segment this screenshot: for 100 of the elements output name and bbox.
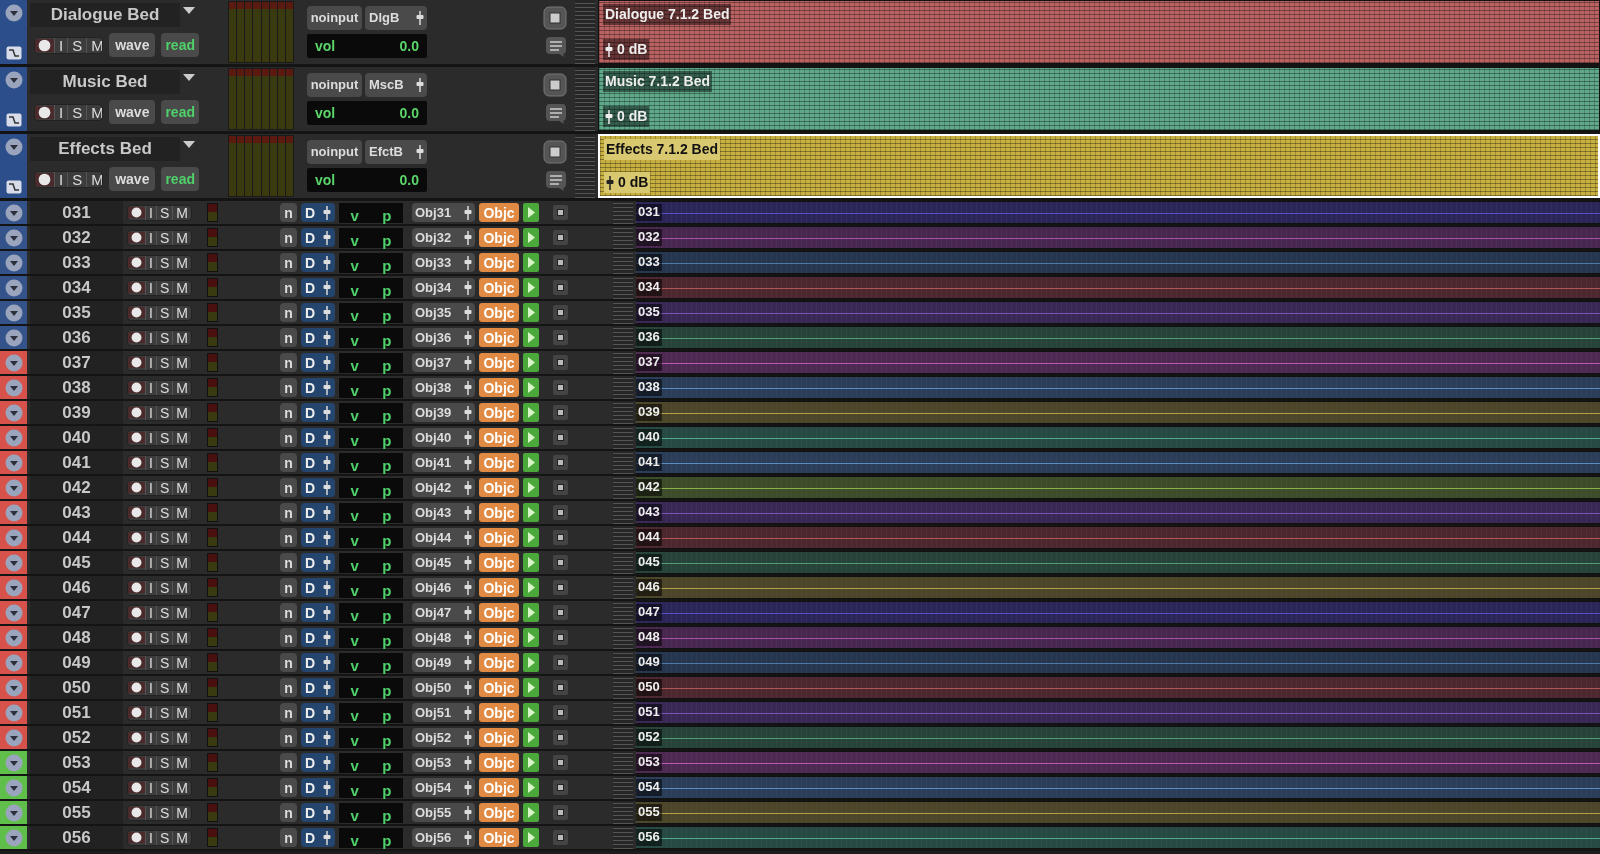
- solo-button[interactable]: S: [155, 480, 173, 495]
- input-button[interactable]: n: [280, 778, 297, 797]
- solo-button[interactable]: S: [155, 830, 173, 845]
- track-name[interactable]: 051: [30, 701, 123, 724]
- track-name[interactable]: 056: [30, 826, 123, 849]
- output-mode-button[interactable]: D: [301, 803, 335, 822]
- audio-clip[interactable]: 040: [636, 426, 1600, 449]
- volume-pan-display[interactable]: v p: [339, 277, 403, 298]
- input-button[interactable]: n: [280, 803, 297, 822]
- volume-pan-display[interactable]: v p: [339, 352, 403, 373]
- input-selector[interactable]: noinput: [307, 73, 362, 97]
- volume-pan-display[interactable]: v p: [339, 227, 403, 248]
- input-monitor-button[interactable]: I: [145, 705, 156, 720]
- input-monitor-button[interactable]: I: [145, 830, 156, 845]
- output-mode-button[interactable]: D: [301, 253, 335, 272]
- output-selector[interactable]: Obj45: [412, 553, 475, 572]
- audio-clip[interactable]: 033: [636, 251, 1600, 274]
- view-button[interactable]: wave: [109, 33, 156, 57]
- solo-button[interactable]: S: [67, 104, 87, 120]
- solo-button[interactable]: S: [155, 705, 173, 720]
- track-name[interactable]: 042: [30, 476, 123, 499]
- track-name[interactable]: 049: [30, 651, 123, 674]
- input-button[interactable]: n: [280, 303, 297, 322]
- mute-button[interactable]: M: [172, 555, 191, 570]
- audio-clip[interactable]: 036: [636, 326, 1600, 349]
- track-name[interactable]: 031: [30, 201, 123, 224]
- output-mode-button[interactable]: D: [301, 578, 335, 597]
- output-mode-button[interactable]: D: [301, 778, 335, 797]
- automation-mode-button[interactable]: read: [161, 167, 199, 191]
- solo-button[interactable]: S: [155, 505, 173, 520]
- mute-button[interactable]: M: [172, 580, 191, 595]
- output-selector[interactable]: Obj35: [412, 303, 475, 322]
- output-mode-button[interactable]: D: [301, 278, 335, 297]
- mute-button[interactable]: M: [172, 655, 191, 670]
- output-mode-button[interactable]: D: [301, 553, 335, 572]
- volume-pan-display[interactable]: v p: [339, 802, 403, 823]
- audio-clip[interactable]: 044: [636, 526, 1600, 549]
- input-monitor-button[interactable]: I: [145, 455, 156, 470]
- mute-button[interactable]: M: [172, 230, 191, 245]
- input-button[interactable]: n: [280, 653, 297, 672]
- input-monitor-button[interactable]: I: [145, 405, 156, 420]
- output-mode-button[interactable]: D: [301, 703, 335, 722]
- input-button[interactable]: n: [280, 703, 297, 722]
- input-button[interactable]: n: [280, 478, 297, 497]
- input-monitor-button[interactable]: I: [145, 305, 156, 320]
- solo-button[interactable]: S: [155, 230, 173, 245]
- mute-button[interactable]: M: [172, 805, 191, 820]
- input-button[interactable]: n: [280, 503, 297, 522]
- track-name[interactable]: 053: [30, 751, 123, 774]
- input-monitor-button[interactable]: I: [145, 655, 156, 670]
- solo-button[interactable]: S: [155, 430, 173, 445]
- output-selector[interactable]: Obj53: [412, 753, 475, 772]
- track-name[interactable]: 054: [30, 776, 123, 799]
- solo-button[interactable]: S: [155, 280, 173, 295]
- output-selector[interactable]: Obj40: [412, 428, 475, 447]
- mute-button[interactable]: M: [172, 405, 191, 420]
- audio-clip[interactable]: 035: [636, 301, 1600, 324]
- output-mode-button[interactable]: D: [301, 203, 335, 222]
- track-name[interactable]: Music Bed: [30, 70, 180, 94]
- input-button[interactable]: n: [280, 553, 297, 572]
- output-selector[interactable]: Obj55: [412, 803, 475, 822]
- track-name[interactable]: 055: [30, 801, 123, 824]
- output-mode-button[interactable]: D: [301, 378, 335, 397]
- input-monitor-button[interactable]: I: [145, 280, 156, 295]
- output-mode-button[interactable]: D: [301, 353, 335, 372]
- solo-button[interactable]: S: [155, 530, 173, 545]
- audio-clip[interactable]: 043: [636, 501, 1600, 524]
- input-button[interactable]: n: [280, 353, 297, 372]
- input-selector[interactable]: noinput: [307, 6, 362, 30]
- input-monitor-button[interactable]: I: [145, 755, 156, 770]
- volume-pan-display[interactable]: v p: [339, 477, 403, 498]
- mute-button[interactable]: M: [172, 430, 191, 445]
- track-name[interactable]: 050: [30, 676, 123, 699]
- volume-pan-display[interactable]: v p: [339, 252, 403, 273]
- mute-button[interactable]: M: [172, 630, 191, 645]
- track-name[interactable]: 044: [30, 526, 123, 549]
- output-mode-button[interactable]: D: [301, 503, 335, 522]
- mute-button[interactable]: M: [172, 780, 191, 795]
- input-monitor-button[interactable]: I: [145, 555, 156, 570]
- output-selector[interactable]: Obj34: [412, 278, 475, 297]
- volume-pan-display[interactable]: v p: [339, 627, 403, 648]
- output-selector[interactable]: Obj38: [412, 378, 475, 397]
- output-selector[interactable]: Obj36: [412, 328, 475, 347]
- audio-clip[interactable]: 048: [636, 626, 1600, 649]
- output-mode-button[interactable]: D: [301, 303, 335, 322]
- input-monitor-button[interactable]: I: [145, 780, 156, 795]
- volume-pan-display[interactable]: v p: [339, 727, 403, 748]
- mute-button[interactable]: M: [172, 205, 191, 220]
- input-button[interactable]: n: [280, 403, 297, 422]
- input-monitor-button[interactable]: I: [145, 730, 156, 745]
- output-mode-button[interactable]: D: [301, 603, 335, 622]
- output-selector[interactable]: Obj31: [412, 203, 475, 222]
- solo-button[interactable]: S: [155, 755, 173, 770]
- audio-clip[interactable]: 041: [636, 451, 1600, 474]
- solo-button[interactable]: S: [155, 555, 173, 570]
- volume-display[interactable]: vol 0.0: [307, 34, 427, 58]
- input-monitor-button[interactable]: I: [145, 430, 156, 445]
- mute-button[interactable]: M: [172, 730, 191, 745]
- audio-clip[interactable]: 053: [636, 751, 1600, 774]
- input-monitor-button[interactable]: I: [54, 104, 68, 120]
